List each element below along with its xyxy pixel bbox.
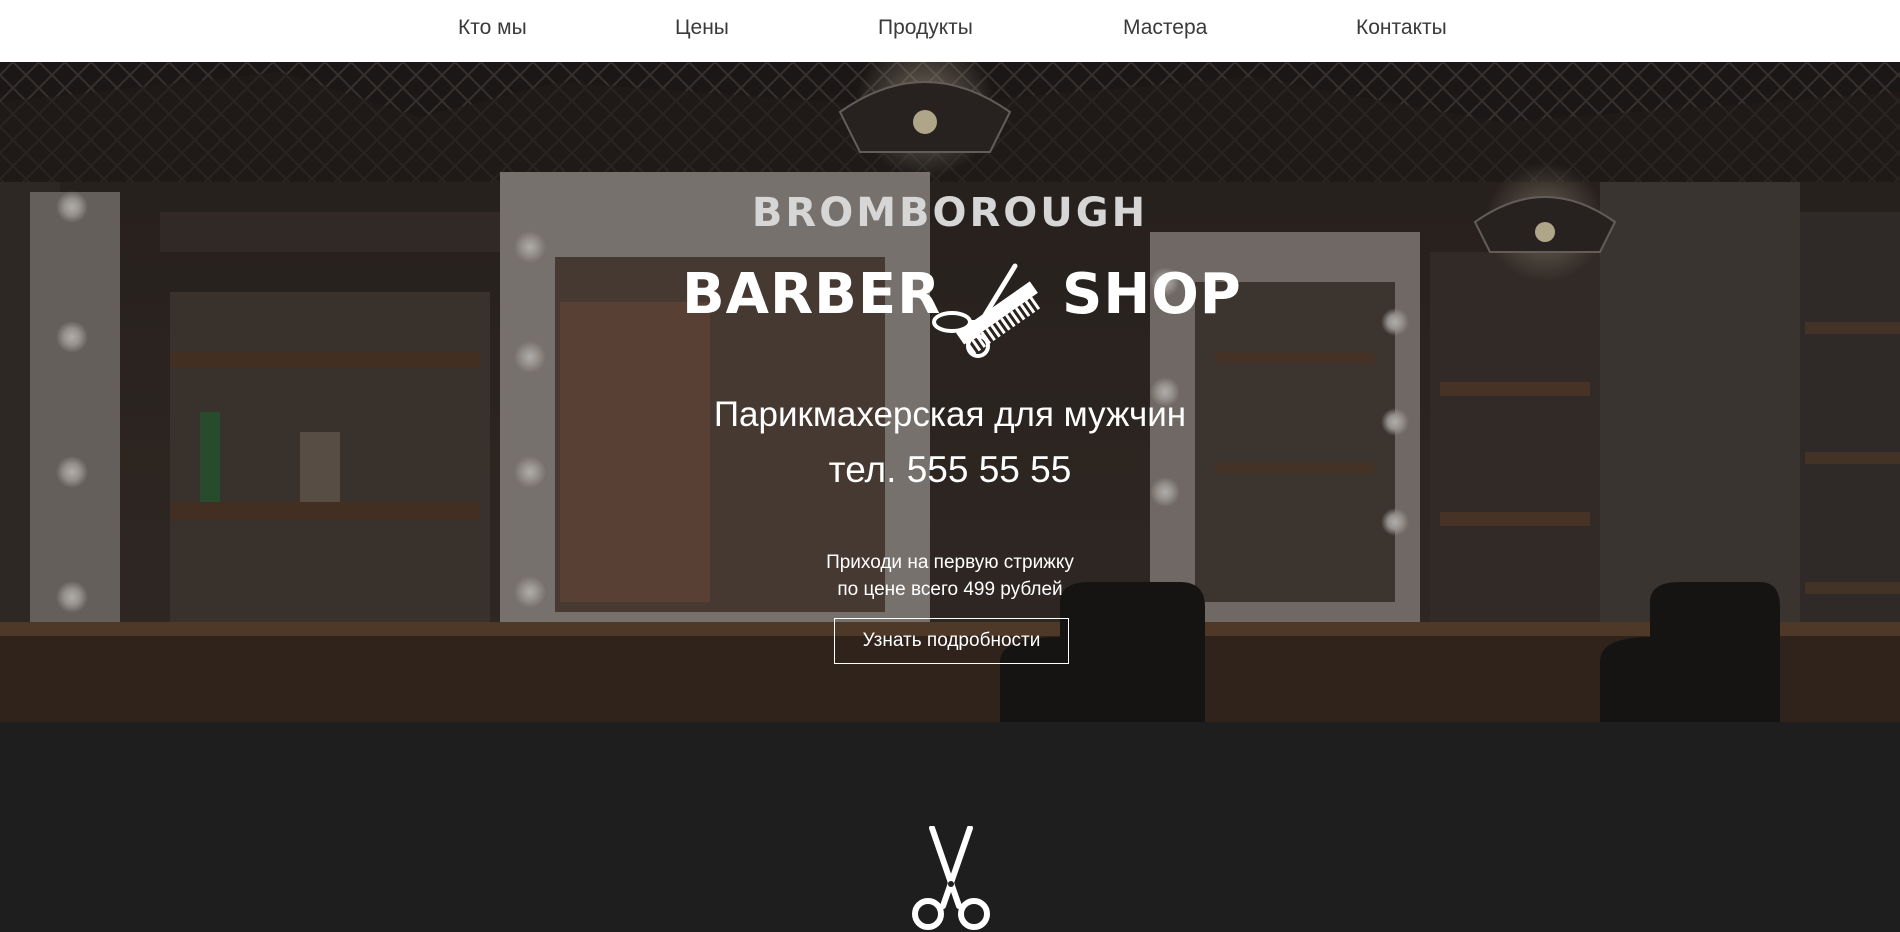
nav-link-masters[interactable]: Мастера [1123,16,1207,40]
top-navigation: Кто мы Цены Продукты Мастера Контакты [0,0,1900,62]
about-section [0,722,1900,932]
hero-phone: тел. 555 55 55 [828,449,1072,490]
promo-line-1: Приходи на первую стрижку [826,552,1074,573]
brand-name-top: BROMBOROUGH [751,190,1149,236]
hero-content: BROMBOROUGH BARBER SHOP Парикмахерская д… [0,62,1900,722]
nav-link-prices[interactable]: Цены [675,16,729,40]
nav-link-contacts[interactable]: Контакты [1356,16,1447,40]
brand-barber-text: BARBER [682,262,942,327]
brand-shop-text: SHOP [1062,262,1242,327]
learn-more-button[interactable]: Узнать подробности [834,618,1069,664]
hero-section: BROMBOROUGH BARBER SHOP Парикмахерская д… [0,62,1900,722]
promo-text: Приходи на первую стрижку по цене всего … [0,549,1900,603]
promo-line-2: по цене всего 499 рублей [837,579,1063,600]
scissors-comb-icon [932,263,1040,358]
scissors-icon [912,826,990,930]
nav-link-about[interactable]: Кто мы [458,16,527,40]
nav-link-products[interactable]: Продукты [878,16,973,40]
hero-tagline: Парикмахерская для мужчин [713,395,1187,434]
